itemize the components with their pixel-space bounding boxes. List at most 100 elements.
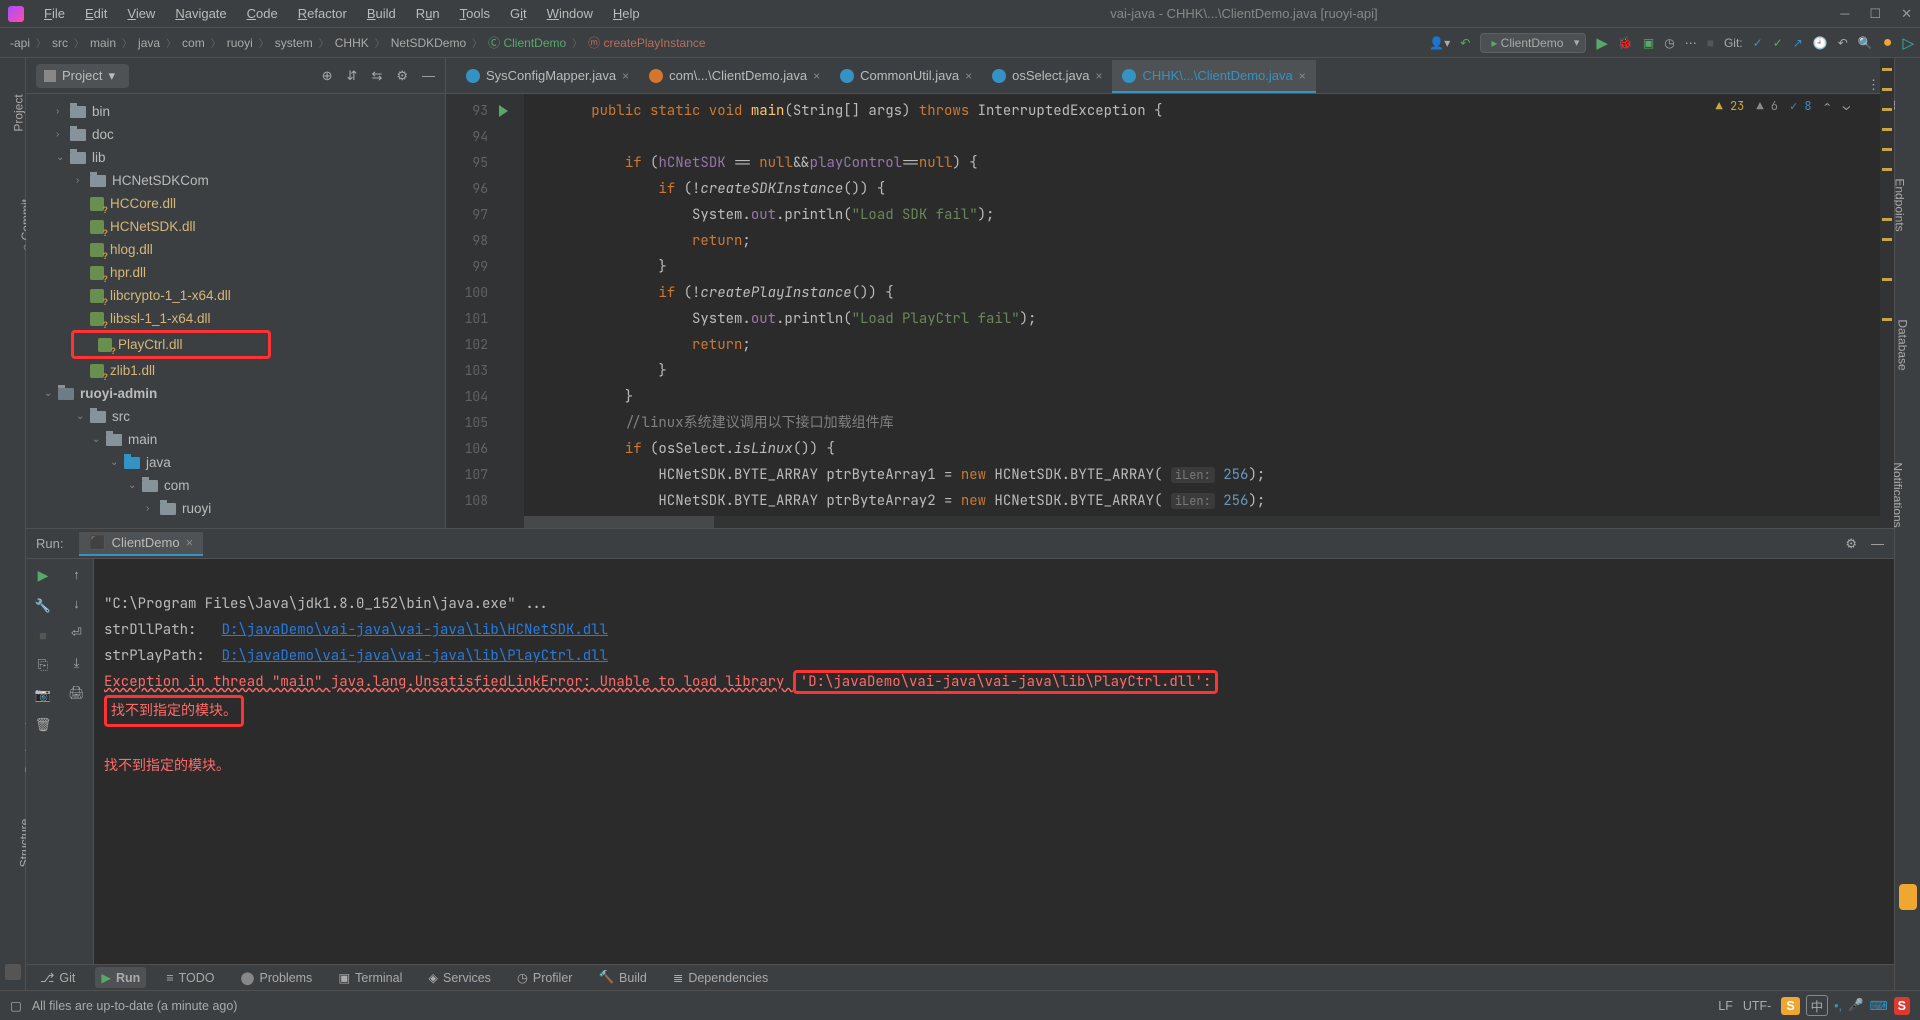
run-tab[interactable]: ⬛ClientDemo × [79, 532, 203, 556]
git-rollback-icon[interactable]: ↶ [1838, 36, 1848, 50]
menu-refactor[interactable]: Refactor [290, 3, 355, 24]
user-icon[interactable]: 👤▾ [1429, 36, 1450, 50]
tool-tab-database[interactable]: Database [1896, 319, 1910, 370]
close-icon[interactable]: × [813, 69, 820, 83]
delete-icon[interactable]: 🗑 [35, 717, 52, 733]
debug-button[interactable]: 🐞 [1618, 36, 1633, 50]
profile-button[interactable]: ◷ [1664, 36, 1674, 50]
menu-help[interactable]: Help [605, 3, 648, 24]
editor-tab[interactable]: osSelect.java× [982, 60, 1112, 93]
editor-tab[interactable]: CommonUtil.java× [830, 60, 982, 93]
console-link[interactable]: D:\javaDemo\vai-java\vai-java\lib\PlayCt… [222, 647, 608, 665]
hide-icon[interactable]: — [422, 68, 435, 84]
scroll-end-icon[interactable]: ⤓ [74, 655, 80, 671]
tool-services[interactable]: ◈ Services [422, 967, 497, 988]
close-icon[interactable]: × [965, 69, 972, 83]
crumb-method[interactable]: ⓜ createPlayInstance [584, 34, 709, 51]
menu-git[interactable]: Git [502, 3, 535, 24]
crumb[interactable]: main [86, 36, 120, 50]
close-icon[interactable]: × [622, 69, 629, 83]
code-with-me-icon[interactable]: ▷ [1902, 34, 1914, 52]
tool-terminal[interactable]: ▣ Terminal [332, 967, 408, 988]
coverage-button[interactable]: ▣ [1643, 36, 1654, 50]
project-view-selector[interactable]: Project ▾ [36, 64, 129, 88]
horizontal-scrollbar[interactable] [524, 516, 1880, 528]
attach-button[interactable]: ⋯ [1685, 36, 1697, 50]
crumb[interactable]: ruoyi [223, 36, 257, 50]
tool-dependencies[interactable]: ≣ Dependencies [667, 967, 774, 988]
fold-strip[interactable] [506, 94, 524, 528]
expand-all-icon[interactable]: ⇵ [347, 68, 358, 84]
tool-problems[interactable]: ⬤ Problems [235, 967, 319, 988]
rerun-icon[interactable]: ▶ [38, 567, 49, 584]
settings-icon[interactable]: ⚙ [396, 68, 408, 84]
menu-build[interactable]: Build [359, 3, 404, 24]
select-opened-file-icon[interactable]: ⊕ [322, 68, 333, 84]
notification-badge-icon[interactable] [1899, 884, 1917, 910]
run-settings-icon[interactable]: ⚙ [1845, 536, 1857, 552]
git-commit-icon[interactable]: ✓ [1773, 36, 1783, 50]
crumb[interactable]: CHHK [331, 36, 373, 50]
toolwindows-icon[interactable] [5, 964, 21, 980]
menu-code[interactable]: Code [239, 3, 286, 24]
dump-thread-icon[interactable]: 📷 [35, 687, 51, 703]
ime-icon[interactable]: S [1781, 997, 1799, 1015]
close-icon[interactable]: × [1299, 69, 1306, 83]
project-tree[interactable]: ›bin ›doc ⌄lib ›HCNetSDKCom HCCore.dll H… [26, 94, 445, 528]
menu-navigate[interactable]: Navigate [167, 3, 234, 24]
search-icon[interactable]: 🔍 [1858, 36, 1873, 50]
menu-edit[interactable]: Edit [77, 3, 115, 24]
up-icon[interactable]: ↑ [73, 567, 80, 582]
error-stripe[interactable] [1880, 94, 1894, 528]
gutter[interactable]: 9394959697989910010110210310410510610710… [446, 94, 506, 528]
crumb[interactable]: src [48, 36, 72, 50]
tool-build[interactable]: 🔨 Build [592, 967, 652, 988]
menu-run[interactable]: Run [408, 3, 448, 24]
ime-badge2[interactable]: S [1894, 997, 1910, 1015]
code-area[interactable]: ▲ 23 ▲ 6 ✓ 8 ⌃⌄ public static void main(… [524, 94, 1894, 528]
menu-tools[interactable]: Tools [452, 3, 498, 24]
exit-icon[interactable]: ⎘ [38, 657, 48, 673]
crumb[interactable]: -api [6, 36, 34, 50]
editor-tab[interactable]: com\...\ClientDemo.java× [639, 60, 830, 93]
inspection-widget[interactable]: ▲ 23 ▲ 6 ✓ 8 ⌃⌄ [1716, 98, 1850, 114]
menu-file[interactable]: File [36, 3, 73, 24]
ide-updates-icon[interactable]: ● [1883, 34, 1893, 52]
tool-run[interactable]: ▶ Run [95, 967, 146, 988]
breadcrumb[interactable]: -api src main java com ruoyi system CHHK… [6, 34, 710, 51]
console-link[interactable]: D:\javaDemo\vai-java\vai-java\lib\HCNetS… [222, 621, 608, 639]
minimize-button[interactable]: ─ [1840, 6, 1849, 22]
run-config-selector[interactable]: ▸ ClientDemo [1480, 33, 1586, 53]
stop-icon[interactable]: ■ [39, 628, 47, 643]
modify-run-icon[interactable]: 🔧 [35, 598, 51, 614]
maximize-button[interactable]: ☐ [1869, 6, 1881, 22]
tool-profiler[interactable]: ◷ Profiler [511, 967, 579, 988]
status-lf[interactable]: LF [1718, 999, 1733, 1013]
menu-view[interactable]: View [119, 3, 163, 24]
soft-wrap-icon[interactable]: ⏎ [71, 625, 82, 641]
stop-button[interactable]: ■ [1707, 36, 1714, 50]
down-icon[interactable]: ↓ [73, 596, 80, 611]
toolwindow-quick-access-icon[interactable]: ▢ [10, 998, 22, 1013]
crumb[interactable]: com [178, 36, 209, 50]
run-hide-icon[interactable]: — [1871, 536, 1884, 552]
git-update-icon[interactable]: ✓ [1753, 36, 1763, 50]
tool-tab-project[interactable]: Project [12, 94, 26, 131]
back-icon[interactable]: ↶ [1460, 36, 1470, 50]
git-push-icon[interactable]: ↗ [1793, 36, 1803, 50]
tool-todo[interactable]: ≡ TODO [160, 968, 220, 988]
print-icon[interactable]: 🖨 [68, 685, 85, 701]
menu-window[interactable]: Window [539, 3, 601, 24]
run-button[interactable]: ▶ [1596, 34, 1608, 52]
ime-lang[interactable]: 中 [1806, 995, 1829, 1016]
crumb[interactable]: NetSDKDemo [387, 36, 470, 50]
tool-git[interactable]: ⎇ Git [34, 967, 81, 988]
console-output[interactable]: "C:\Program Files\Java\jdk1.8.0_152\bin\… [94, 559, 1894, 990]
crumb-class[interactable]: Ⓒ ClientDemo [484, 34, 570, 51]
editor-tab-active[interactable]: CHHK\...\ClientDemo.java× [1112, 60, 1315, 93]
editor-tab[interactable]: SysConfigMapper.java× [456, 60, 639, 93]
crumb[interactable]: java [134, 36, 164, 50]
crumb[interactable]: system [271, 36, 317, 50]
status-encoding[interactable]: UTF- [1743, 999, 1771, 1013]
more-tabs-icon[interactable]: ⋮ [1867, 77, 1880, 93]
